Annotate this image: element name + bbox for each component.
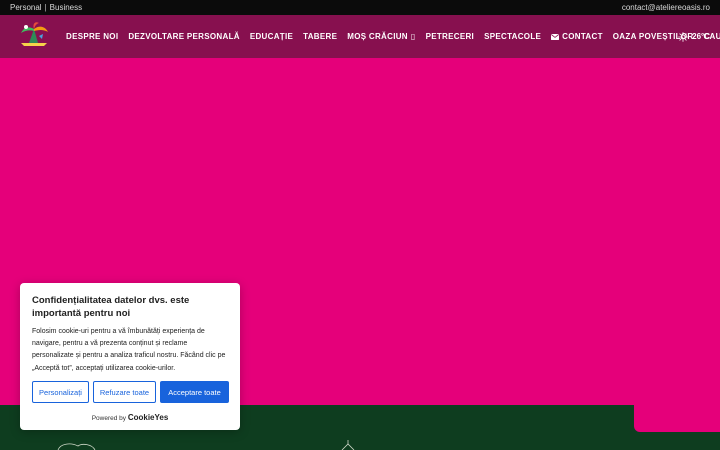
- main-navbar: DESPRE NOI DEZVOLTARE PERSONALĂ EDUCAȚIE…: [0, 15, 720, 58]
- personal-link[interactable]: Personal: [10, 3, 42, 12]
- footer-decoration-icon: [57, 440, 355, 450]
- sun-icon: [678, 31, 689, 42]
- nav-item-label: DESPRE NOI: [66, 32, 119, 41]
- powered-by: Powered by CookieYes: [20, 413, 240, 422]
- nav-item-mos-craciun[interactable]: MOȘ CRĂCIUN ▯: [347, 32, 415, 41]
- nav-item-contact[interactable]: CONTACT: [551, 32, 603, 41]
- powered-by-prefix: Powered by: [91, 415, 127, 422]
- site-logo[interactable]: [17, 21, 51, 51]
- nav-item-label: EDUCAȚIE: [249, 32, 294, 41]
- nav-item-spectacole[interactable]: SPECTACOLE: [484, 32, 541, 41]
- hero-corner-edge: [634, 405, 720, 432]
- customize-button[interactable]: Personalizați: [32, 381, 89, 403]
- nav-item-label: DEZVOLTARE PERSONALĂ: [128, 32, 240, 41]
- top-utility-bar: Personal | Business contact@ateliereoasis.…: [0, 0, 720, 15]
- cookie-description: Folosim cookie-uri pentru a vă îmbunătăț…: [32, 328, 226, 372]
- mail-icon: [551, 33, 560, 40]
- cookie-consent-banner: Confidențialitatea datelor dvs. este imp…: [20, 283, 240, 430]
- nav-item-label: CONTACT: [562, 32, 603, 41]
- nav-item-educatie[interactable]: EDUCAȚIE: [250, 32, 293, 41]
- nav-item-label: PETRECERI: [425, 32, 475, 41]
- separator: |: [44, 3, 47, 12]
- nav-item-dezvoltare-personala[interactable]: DEZVOLTARE PERSONALĂ: [128, 32, 239, 41]
- weather-widget: 26°C: [678, 15, 710, 58]
- nav-item-petreceri[interactable]: PETRECERI: [426, 32, 475, 41]
- cookieyes-logo[interactable]: CookieYes: [128, 413, 168, 422]
- contact-email-link[interactable]: contact@ateliereoasis.ro: [622, 3, 710, 12]
- accept-all-button[interactable]: Acceptare toate: [160, 381, 229, 403]
- account-type-switch: Personal | Business: [10, 0, 82, 15]
- nav-item-label: TABERE: [303, 32, 338, 41]
- cookie-title: Confidențialitatea datelor dvs. este imp…: [32, 295, 190, 319]
- reject-all-button[interactable]: Refuzare toate: [93, 381, 156, 403]
- business-link[interactable]: Business: [50, 3, 82, 12]
- nav-menu: DESPRE NOI DEZVOLTARE PERSONALĂ EDUCAȚIE…: [66, 15, 720, 58]
- nav-item-label: MOȘ CRĂCIUN: [347, 32, 408, 41]
- nav-item-tabere[interactable]: TABERE: [303, 32, 337, 41]
- temperature-value: 26°C: [692, 32, 710, 41]
- cookie-button-row: Personalizați Refuzare toate Acceptare t…: [32, 381, 229, 403]
- missing-glyph-icon: ▯: [410, 32, 416, 41]
- nav-item-despre-noi[interactable]: DESPRE NOI: [66, 32, 118, 41]
- nav-item-label: SPECTACOLE: [484, 32, 542, 41]
